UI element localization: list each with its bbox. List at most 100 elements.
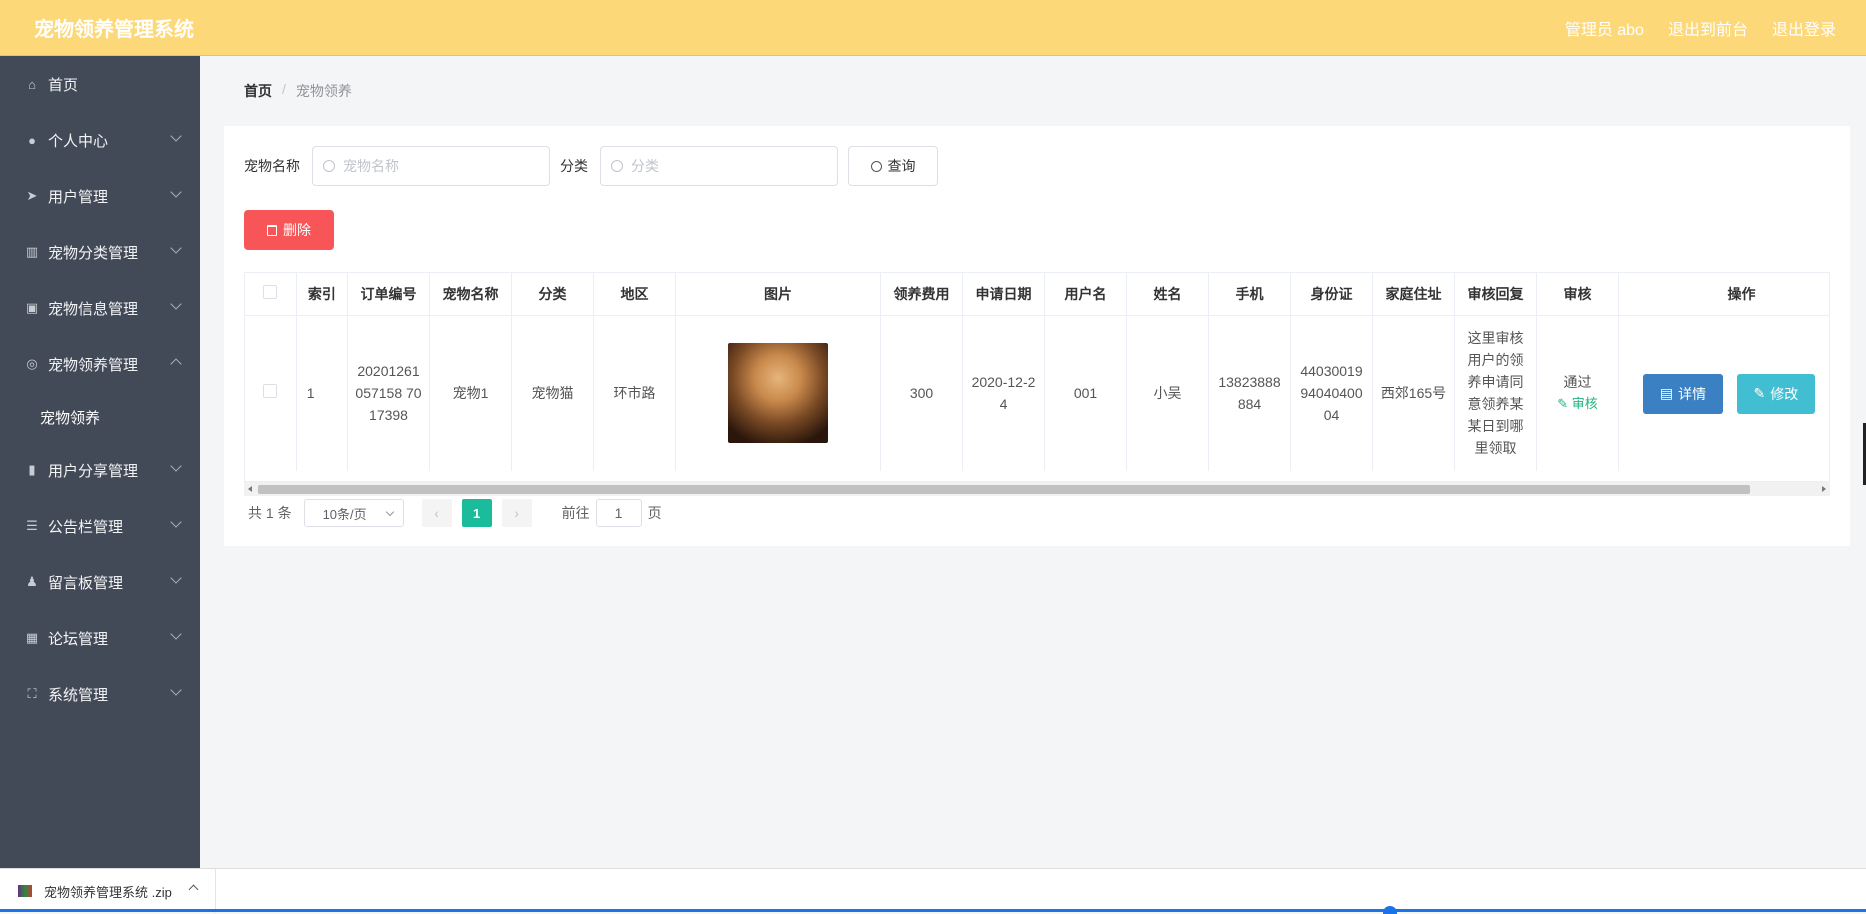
edit-button[interactable]: ✎ 修改 — [1736, 373, 1815, 414]
sidebar-item-label: 宠物分类管理 — [48, 244, 139, 262]
page-size-select[interactable]: 10条/页 — [303, 499, 404, 527]
detail-button[interactable]: ▤ 详情 — [1643, 373, 1723, 414]
sidebar-item-pet-category[interactable]: ▥ 宠物分类管理 — [0, 224, 200, 280]
cell-audit: 通过 ✎ 审核 — [1536, 315, 1619, 471]
edit-button-label: 修改 — [1770, 385, 1799, 402]
logout-link[interactable]: 退出登录 — [1772, 16, 1836, 40]
progress-indicator — [1383, 906, 1397, 914]
sidebar-item-user-share[interactable]: ▮ 用户分享管理 — [0, 442, 200, 498]
chevron-up-icon[interactable] — [188, 884, 199, 895]
sidebar-item-label: 用户分享管理 — [48, 462, 139, 480]
cell-order-no: 20201261057158 7017398 — [347, 315, 430, 471]
query-button[interactable]: 查询 — [848, 146, 938, 186]
bar-chart-icon: ▮ — [28, 462, 36, 477]
main-content: 首页 / 宠物领养 宠物名称 宠物名称 分类 分类 查询 删除 索引 订单编号 … — [200, 56, 1866, 868]
app-title: 宠物领养管理系统 — [34, 19, 194, 41]
sidebar-subitem-pet-adoption[interactable]: 宠物领养 — [0, 392, 200, 442]
table-horizontal-scrollbar[interactable] — [244, 482, 1830, 496]
row-select-cell — [245, 315, 297, 471]
column-header: 订单编号 — [347, 273, 430, 316]
scroll-left-icon[interactable] — [248, 486, 252, 492]
query-button-label: 查询 — [887, 158, 916, 174]
edit-icon: ✎ — [1753, 385, 1766, 402]
cell-audit-reply: 这里审核用户的领养申请同意领养某某日到哪里领取 — [1454, 315, 1537, 471]
sidebar-item-pet-info[interactable]: ▣ 宠物信息管理 — [0, 280, 200, 336]
row-delete-button[interactable] — [1828, 372, 1829, 413]
category-input[interactable]: 分类 — [600, 146, 838, 186]
chevron-down-icon — [170, 684, 182, 696]
select-all-header — [245, 273, 297, 316]
download-item[interactable]: 宠物领养管理系统 .zip — [0, 869, 216, 913]
sidebar-item-label: 用户管理 — [48, 188, 109, 206]
goto-page-input[interactable]: 1 — [595, 499, 642, 527]
scroll-right-icon[interactable] — [1822, 486, 1826, 492]
to-front-link[interactable]: 退出到前台 — [1668, 16, 1748, 40]
column-header: 姓名 — [1126, 273, 1209, 316]
table-row: 1 20201261057158 7017398 宠物1 宠物猫 环市路 300… — [245, 315, 1829, 471]
chevron-down-icon — [385, 507, 394, 517]
select-all-checkbox[interactable] — [263, 285, 278, 300]
sidebar-item-label: 首页 — [48, 76, 79, 94]
scrollbar-thumb[interactable] — [258, 485, 1750, 494]
pet-name-input[interactable]: 宠物名称 — [312, 146, 550, 186]
column-header: 宠物名称 — [429, 273, 512, 316]
circle-icon: ◎ — [26, 356, 38, 371]
audit-link[interactable]: ✎ 审核 — [1543, 393, 1612, 415]
sidebar-item-label: 系统管理 — [48, 686, 109, 704]
sidebar-item-pet-adoption[interactable]: ◎ 宠物领养管理 — [0, 336, 200, 392]
sidebar-item-forum[interactable]: ▦ 论坛管理 — [0, 610, 200, 666]
pet-photo — [728, 343, 828, 444]
category-label: 分类 — [560, 158, 588, 174]
breadcrumb-separator: / — [282, 81, 286, 97]
breadcrumb-home[interactable]: 首页 — [244, 81, 272, 101]
column-header: 审核回复 — [1454, 273, 1537, 316]
trash-icon — [267, 224, 277, 236]
total-count: 共 1 条 — [248, 505, 292, 521]
sidebar-item-messages[interactable]: ♟ 留言板管理 — [0, 554, 200, 610]
download-filename: 宠物领养管理系统 .zip — [44, 884, 172, 900]
sidebar-item-home[interactable]: ⌂ 首页 — [0, 56, 200, 112]
sidebar-item-profile[interactable]: ● 个人中心 — [0, 112, 200, 168]
sidebar-item-label: 论坛管理 — [48, 630, 109, 648]
next-page-button[interactable]: › — [501, 499, 532, 527]
column-header: 审核 — [1536, 273, 1619, 316]
header-links: 管理员 abo 退出到前台 退出登录 — [1565, 16, 1836, 40]
detail-button-label: 详情 — [1678, 385, 1707, 402]
sidebar-item-users[interactable]: ➤ 用户管理 — [0, 168, 200, 224]
sidebar-item-notice[interactable]: ☰ 公告栏管理 — [0, 498, 200, 554]
cell-apply-date: 2020-12-24 — [962, 315, 1045, 471]
pet-name-label: 宠物名称 — [244, 158, 300, 174]
row-checkbox[interactable] — [263, 384, 278, 399]
content-panel: 宠物名称 宠物名称 分类 分类 查询 删除 索引 订单编号 宠物名称 分类 地区… — [224, 126, 1850, 546]
chevron-down-icon — [170, 572, 182, 584]
page-number-button[interactable]: 1 — [461, 499, 492, 527]
column-header: 申请日期 — [962, 273, 1045, 316]
list-icon: ☰ — [26, 518, 38, 533]
person-icon: ♟ — [26, 574, 38, 589]
document-icon: ▤ — [1659, 385, 1674, 402]
admin-label: 管理员 abo — [1564, 21, 1644, 39]
cell-pet-name: 宠物1 — [429, 315, 512, 471]
delete-button[interactable]: 删除 — [244, 210, 334, 250]
breadcrumb: 首页 / 宠物领养 — [244, 81, 352, 101]
sidebar-item-system[interactable]: ⛶ 系统管理 — [0, 666, 200, 722]
audit-status: 通过 — [1563, 374, 1592, 391]
column-header: 图片 — [675, 273, 881, 316]
chevron-down-icon — [170, 516, 182, 528]
column-header: 手机 — [1208, 273, 1291, 316]
search-icon — [323, 160, 335, 172]
chart-icon: ▥ — [25, 244, 39, 259]
column-header: 操作 — [1618, 273, 1829, 316]
column-header: 用户名 — [1044, 273, 1127, 316]
sidebar-item-label: 公告栏管理 — [48, 518, 124, 536]
prev-page-button[interactable]: ‹ — [421, 499, 452, 527]
chevron-down-icon — [170, 242, 182, 254]
chevron-down-icon — [170, 460, 182, 472]
chevron-down-icon — [170, 628, 182, 640]
camera-icon: ▣ — [25, 300, 39, 315]
cell-name: 小吴 — [1126, 315, 1209, 471]
cell-actions: ▤ 详情 ✎ 修改 — [1618, 315, 1829, 471]
sidebar-item-label: 宠物领养管理 — [48, 356, 139, 374]
page-size-value: 10条/页 — [322, 506, 367, 522]
download-bar: 宠物领养管理系统 .zip — [0, 868, 1866, 914]
